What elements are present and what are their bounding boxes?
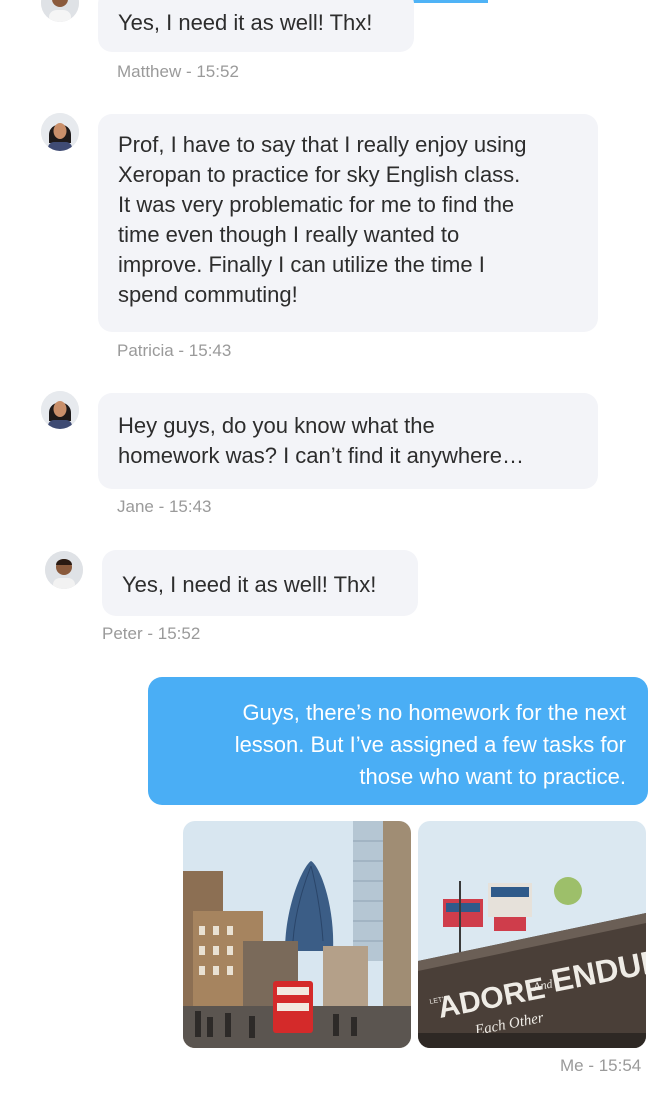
message-line: those who want to practice. [359, 764, 626, 789]
message-line: It was very problematic for me to find t… [118, 192, 515, 217]
message-meta: Patricia - 15:43 [117, 341, 232, 360]
message-bubble[interactable]: Hey guys, do you know what the homework … [98, 393, 598, 489]
message-line: Xeropan to practice for sky English clas… [118, 162, 521, 187]
message-line: time even though I really wanted to [118, 222, 460, 247]
message-line: improve. Finally I can utilize the time … [118, 252, 485, 277]
avatar-peter[interactable] [45, 551, 83, 589]
message-line: Hey guys, do you know what the [118, 413, 435, 438]
message-text: Yes, I need it as well! Thx! [118, 10, 373, 35]
chat-thread: Yes, I need it as well! Thx! Matthew - 1… [0, 0, 664, 1103]
message-text: Yes, I need it as well! Thx! [122, 572, 377, 597]
message-bubble[interactable]: Yes, I need it as well! Thx! [98, 0, 414, 52]
message-bubble[interactable]: Prof, I have to say that I really enjoy … [98, 114, 598, 332]
message-line: homework was? I can’t find it anywhere… [118, 443, 524, 468]
message-meta: Jane - 15:43 [117, 497, 212, 516]
avatar-matthew[interactable] [41, 0, 79, 22]
city-photo-image [183, 821, 411, 1048]
message-line: lesson. But I’ve assigned a few tasks fo… [234, 732, 626, 757]
message-meta: Peter - 15:52 [102, 624, 201, 643]
avatar-jane[interactable] [41, 391, 79, 429]
message-line: Guys, there’s no homework for the next [242, 700, 626, 725]
message-line: spend commuting! [118, 282, 298, 307]
my-message-bubble[interactable]: Guys, there’s no homework for the next l… [148, 677, 648, 805]
attached-photo-city[interactable] [183, 821, 411, 1048]
my-message-meta: Me - 15:54 [560, 1056, 642, 1075]
graffiti-photo-image: LET'S ADORE And ENDUR Each Other [418, 821, 646, 1048]
message-meta: Matthew - 15:52 [117, 62, 239, 81]
message-line: Prof, I have to say that I really enjoy … [118, 132, 527, 157]
attached-photo-graffiti[interactable]: LET'S ADORE And ENDUR Each Other [418, 821, 646, 1048]
avatar-patricia[interactable] [41, 113, 79, 151]
message-bubble[interactable]: Yes, I need it as well! Thx! [102, 550, 418, 616]
